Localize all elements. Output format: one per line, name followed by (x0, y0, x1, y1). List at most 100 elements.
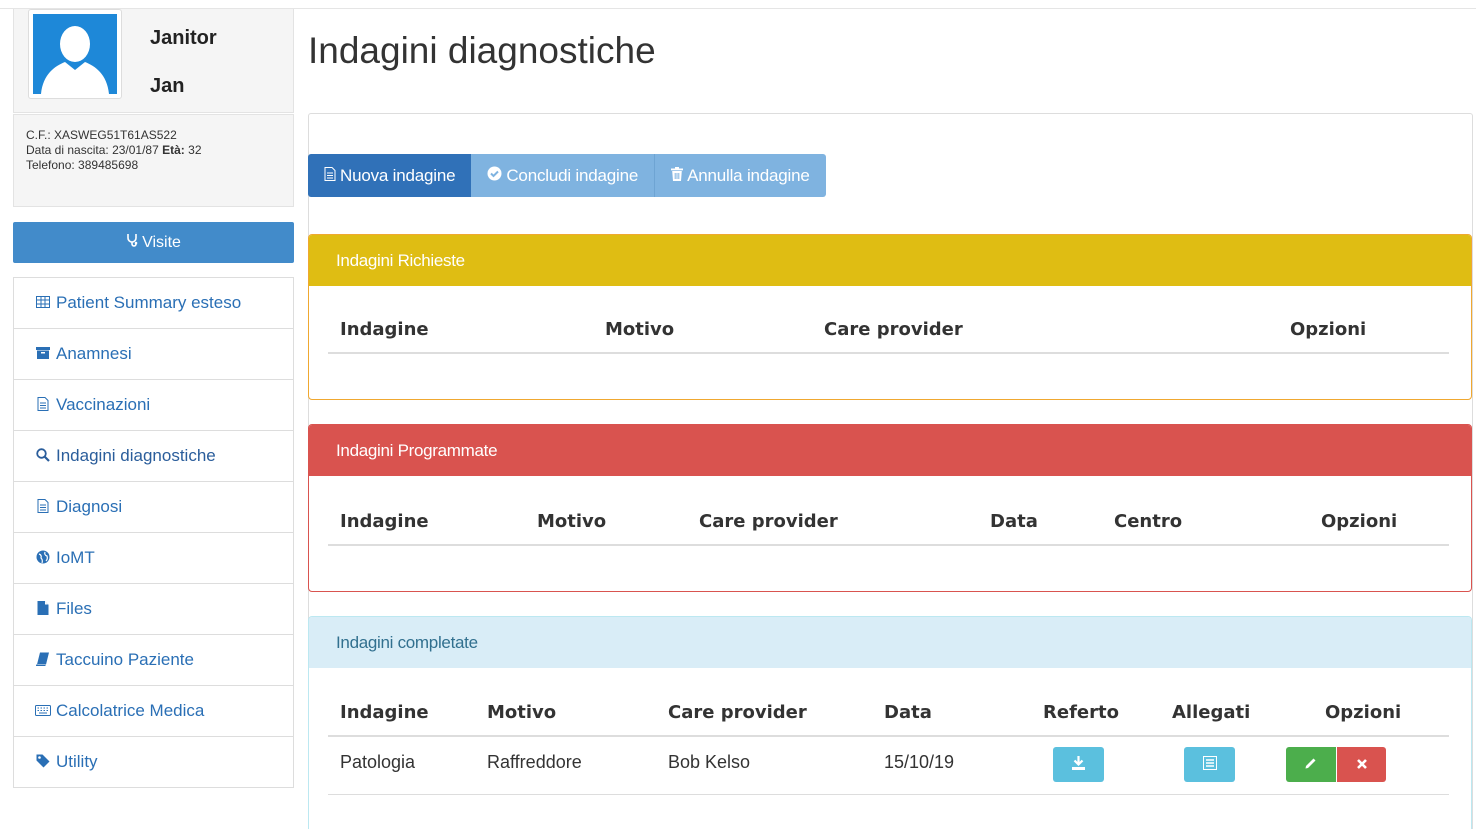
sidebar-item-patient-summary[interactable]: Patient Summary esteso (14, 278, 293, 329)
column-header: Data (884, 702, 932, 723)
check-circle-icon (487, 166, 502, 186)
patient-first-name: Janitor (150, 27, 217, 49)
cell-care-provider: Bob Kelso (668, 752, 751, 772)
sidebar-item-vaccinazioni[interactable]: Vaccinazioni (14, 380, 293, 431)
patient-cf: C.F.: XASWEG51T61AS522 (26, 128, 293, 143)
sidebar-item-calcolatrice[interactable]: Calcolatrice Medica (14, 686, 293, 737)
sidebar-item-label: Calcolatrice Medica (56, 701, 205, 720)
indagini-richieste-panel: Indagini Richieste Indagine Motivo Care … (308, 234, 1472, 400)
column-header: Opzioni (1321, 511, 1398, 532)
sidebar-item-files[interactable]: Files (14, 584, 293, 635)
globe-icon (34, 550, 52, 567)
avatar (28, 9, 122, 99)
patient-info-card: C.F.: XASWEG51T61AS522 Data di nascita: … (13, 114, 294, 207)
sidebar-item-label: Indagini diagnostiche (56, 446, 216, 465)
download-icon (1072, 756, 1085, 773)
sidebar-item-diagnosi[interactable]: Diagnosi (14, 482, 293, 533)
visite-button[interactable]: Visite (13, 222, 294, 263)
column-header: Indagine (340, 319, 429, 340)
column-header: Care provider (668, 702, 807, 723)
user-avatar-icon (33, 14, 117, 94)
conclude-indagine-label: Concludi indagine (506, 165, 639, 185)
page-title: Indagini diagnostiche (308, 30, 656, 71)
column-header: Referto (1043, 702, 1119, 723)
patient-phone: Telefono: 389485698 (26, 158, 293, 173)
list-alt-icon (1202, 756, 1217, 773)
column-header: Opzioni (1290, 319, 1367, 340)
new-indagine-button[interactable]: Nuova indagine (308, 154, 472, 197)
column-header: Indagine (340, 702, 429, 723)
sidebar-item-taccuino[interactable]: Taccuino Paziente (14, 635, 293, 686)
phone-value: 389485698 (78, 158, 139, 172)
download-referto-button[interactable] (1053, 747, 1104, 782)
conclude-indagine-button[interactable]: Concludi indagine (471, 154, 655, 197)
panel-title: Indagini Programmate (309, 425, 1471, 476)
sidebar-menu: Patient Summary esteso Anamnesi Vaccinaz… (13, 277, 294, 788)
search-icon (34, 447, 52, 465)
header-divider (328, 544, 1449, 546)
delete-button[interactable] (1337, 747, 1386, 782)
visite-label: Visite (142, 233, 181, 251)
file-icon (34, 600, 52, 618)
cf-label: C.F.: (26, 128, 51, 142)
indagini-programmate-panel: Indagini Programmate Indagine Motivo Car… (308, 424, 1472, 592)
column-header: Motivo (537, 511, 607, 532)
sidebar-item-iomt[interactable]: IoMT (14, 533, 293, 584)
column-header: Data (990, 511, 1038, 532)
column-header: Care provider (699, 511, 838, 532)
document-icon (324, 166, 336, 186)
archive-icon (34, 346, 52, 362)
tag-icon (34, 754, 52, 771)
table-icon (34, 295, 52, 311)
view-allegati-button[interactable] (1184, 747, 1235, 782)
sidebar-item-anamnesi[interactable]: Anamnesi (14, 329, 293, 380)
column-header: Centro (1114, 511, 1183, 532)
column-header: Opzioni (1325, 702, 1402, 723)
column-header: Motivo (487, 702, 557, 723)
panel-title: Indagini completate (309, 617, 1471, 668)
panel-title: Indagini Richieste (309, 235, 1471, 286)
keyboard-icon (34, 703, 52, 719)
age-value: 32 (188, 143, 202, 157)
sidebar-item-label: Taccuino Paziente (56, 650, 194, 669)
age-label: Età: (162, 143, 185, 157)
sidebar-item-label: IoMT (56, 548, 95, 567)
patient-birth: Data di nascita: 23/01/87 Età: 32 (26, 143, 293, 158)
cancel-indagine-label: Annulla indagine (687, 165, 810, 185)
sidebar-item-label: Utility (56, 752, 98, 771)
new-indagine-label: Nuova indagine (340, 165, 456, 185)
document-icon (34, 396, 52, 414)
sidebar: Janitor Jan C.F.: XASWEG51T61AS522 Data … (13, 9, 294, 829)
birth-value: 23/01/87 (112, 143, 159, 157)
edit-button[interactable] (1286, 747, 1336, 782)
pencil-icon (1304, 756, 1318, 773)
cell-motivo: Raffreddore (487, 752, 582, 772)
sidebar-item-label: Diagnosi (56, 497, 123, 516)
header-divider (328, 352, 1449, 354)
sidebar-item-label: Anamnesi (56, 344, 132, 363)
cf-value: XASWEG51T61AS522 (54, 128, 177, 142)
indagini-completate-panel: Indagini completate Indagine Motivo Care… (308, 616, 1472, 829)
sidebar-item-indagini[interactable]: Indagini diagnostiche (14, 431, 293, 482)
sidebar-item-label: Vaccinazioni (56, 395, 151, 414)
cell-data: 15/10/19 (884, 752, 955, 772)
row-divider (328, 794, 1449, 795)
close-icon (1356, 757, 1368, 773)
column-header: Motivo (605, 319, 675, 340)
stethoscope-icon (126, 233, 138, 252)
birth-label: Data di nascita: (26, 143, 109, 157)
sidebar-item-utility[interactable]: Utility (14, 737, 293, 787)
sidebar-item-label: Patient Summary esteso (56, 293, 242, 312)
column-header: Allegati (1172, 702, 1251, 723)
document-icon (34, 498, 52, 516)
cancel-indagine-button[interactable]: Annulla indagine (654, 154, 826, 197)
column-header: Care provider (824, 319, 963, 340)
column-header: Indagine (340, 511, 429, 532)
trash-icon (671, 166, 684, 186)
action-button-group: Nuova indagine Concludi indagine Annulla… (308, 154, 826, 197)
patient-profile-card: Janitor Jan (13, 9, 294, 113)
book-icon (34, 652, 52, 669)
patient-last-name: Jan (150, 75, 185, 97)
header-divider (328, 735, 1449, 737)
cell-indagine: Patologia (340, 752, 416, 772)
